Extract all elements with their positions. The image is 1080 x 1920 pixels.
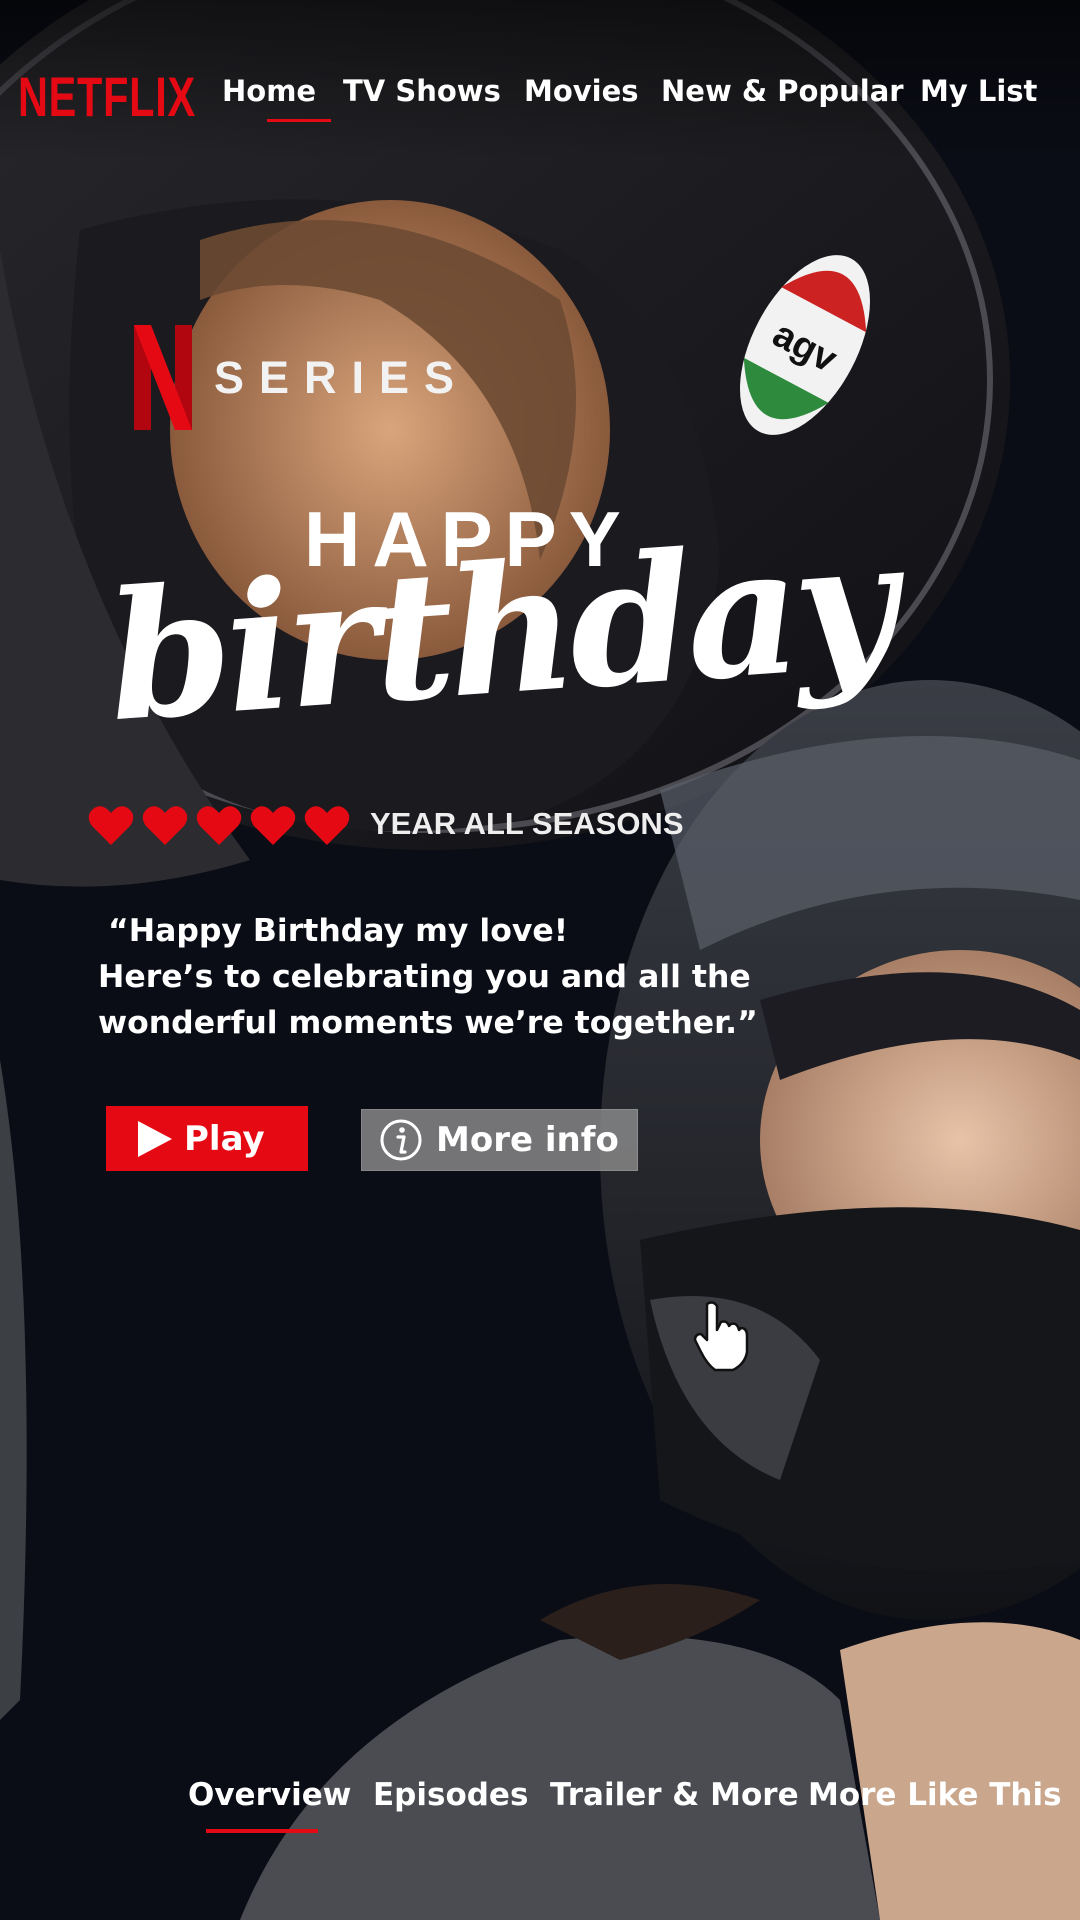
quote-line: Here’s to celebrating you and all the	[98, 959, 751, 995]
series-label: SERIES	[214, 352, 470, 403]
heart-icon	[196, 806, 242, 845]
quote-line: “Happy Birthday my love!	[108, 913, 569, 949]
description-quote: “Happy Birthday my love! Here’s to celeb…	[98, 908, 858, 1046]
heart-icon	[250, 806, 296, 845]
more-info-button[interactable]: More info	[361, 1109, 638, 1171]
tab-episodes[interactable]: Episodes	[373, 1777, 528, 1813]
tab-trailer-more[interactable]: Trailer & More	[550, 1777, 799, 1813]
heart-icon	[142, 806, 188, 845]
nav-item-my-list[interactable]: My List	[920, 74, 1037, 108]
netflix-logo[interactable]: NETFLIX	[18, 64, 196, 129]
tab-active-indicator	[206, 1829, 318, 1833]
nav-item-tv-shows[interactable]: TV Shows	[343, 74, 501, 108]
netflix-n-icon	[134, 325, 192, 430]
nav-item-movies[interactable]: Movies	[524, 74, 639, 108]
tab-overview[interactable]: Overview	[188, 1777, 351, 1813]
info-icon	[380, 1119, 422, 1161]
season-info: YEAR ALL SEASONS	[370, 806, 684, 841]
more-info-button-label: More info	[436, 1120, 619, 1160]
nav-item-new-popular[interactable]: New & Popular	[661, 74, 904, 108]
tab-more-like-this[interactable]: More Like This	[808, 1777, 1062, 1813]
play-button-label: Play	[184, 1118, 265, 1159]
heart-icon	[88, 806, 134, 845]
quote-line: wonderful moments we’re together.”	[98, 1005, 758, 1041]
nav-item-home[interactable]: Home	[222, 74, 316, 108]
nav-active-indicator	[267, 119, 331, 122]
top-navigation: NETFLIX Home TV Shows Movies New & Popul…	[0, 0, 1080, 160]
heart-icon	[304, 806, 350, 845]
hand-cursor-icon	[693, 1301, 749, 1372]
play-icon	[138, 1120, 172, 1157]
title-birthday: birthday	[101, 500, 898, 762]
play-button[interactable]: Play	[106, 1106, 308, 1171]
